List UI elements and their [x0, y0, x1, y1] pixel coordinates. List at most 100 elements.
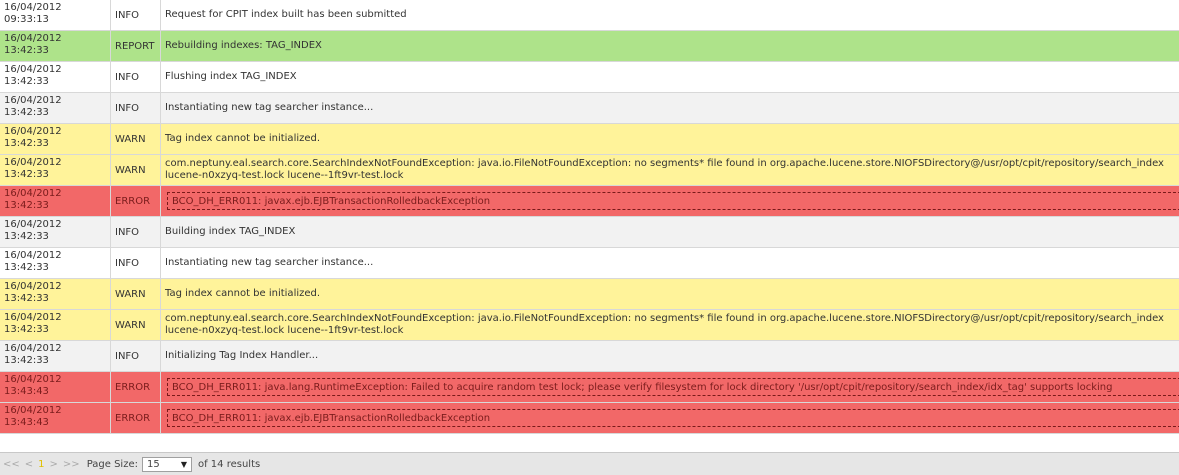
log-level: ERROR [111, 372, 161, 402]
log-level: INFO [111, 217, 161, 247]
pagination-bar: << < 1 > >> Page Size: 15 ▼ of 14 result… [0, 452, 1179, 475]
log-date: 16/04/2012 [4, 281, 62, 292]
log-timestamp: 16/04/2012 13:42:33 [0, 124, 111, 154]
log-date: 16/04/2012 [4, 219, 62, 230]
log-timestamp: 16/04/2012 13:42:33 [0, 186, 111, 216]
log-row[interactable]: 16/04/2012 13:42:33 WARN Tag index cannot b… [0, 124, 1179, 155]
results-count: of 14 results [197, 458, 261, 470]
log-message-line: BCO_DH_ERR011: java.lang.RuntimeExceptio… [167, 378, 1179, 396]
log-timestamp: 16/04/2012 13:42:33 [0, 279, 111, 309]
log-time: 13:42:33 [4, 45, 49, 56]
log-row[interactable]: 16/04/2012 13:42:33 INFO Instantiating new … [0, 93, 1179, 124]
log-message: Instantiating new tag searcher instance.… [161, 93, 1179, 123]
log-message: BCO_DH_ERR011: javax.ejb.EJBTransactionR… [161, 403, 1179, 433]
log-level: REPORT [111, 31, 161, 61]
log-message-line: Initializing Tag Index Handler... [165, 350, 319, 361]
log-message-line: Tag index cannot be initialized. [165, 133, 321, 144]
log-timestamp: 16/04/2012 13:43:43 [0, 403, 111, 433]
log-row[interactable]: 16/04/2012 13:42:33 INFO Building index TAG… [0, 217, 1179, 248]
log-timestamp: 16/04/2012 13:42:33 [0, 62, 111, 92]
log-message: BCO_DH_ERR011: java.lang.RuntimeExceptio… [161, 372, 1179, 402]
log-message-line: BCO_DH_ERR011: javax.ejb.EJBTransactionR… [167, 192, 1179, 210]
first-page-button[interactable]: << [3, 459, 20, 470]
log-message-line: Building index TAG_INDEX [165, 226, 296, 237]
page-size-label: Page Size: [86, 458, 138, 470]
log-row[interactable]: 16/04/2012 13:42:33 WARN Tag index cannot b… [0, 279, 1179, 310]
log-message-line: Flushing index TAG_INDEX [165, 71, 297, 82]
log-time: 13:42:33 [4, 231, 49, 242]
log-row[interactable]: 16/04/2012 13:42:33 ERROR BCO_DH_ERR011: ja… [0, 186, 1179, 217]
page-size-value: 15 [146, 458, 160, 470]
log-date: 16/04/2012 [4, 312, 62, 323]
log-row[interactable]: 16/04/2012 13:43:43 ERROR BCO_DH_ERR011: ja… [0, 372, 1179, 403]
log-time: 13:42:33 [4, 262, 49, 273]
log-time: 13:42:33 [4, 169, 49, 180]
chevron-down-icon: ▼ [180, 459, 187, 469]
log-date: 16/04/2012 [4, 64, 62, 75]
log-timestamp: 16/04/2012 13:43:43 [0, 372, 111, 402]
log-row[interactable]: 16/04/2012 13:42:33 INFO Initializing Tag I… [0, 341, 1179, 372]
log-time: 13:42:33 [4, 76, 49, 87]
log-date: 16/04/2012 [4, 157, 62, 168]
log-date: 16/04/2012 [4, 250, 62, 261]
page-size-select[interactable]: 15 ▼ [141, 456, 192, 472]
log-level: INFO [111, 341, 161, 371]
log-level: ERROR [111, 403, 161, 433]
log-message-line: lucene-n0xzyq-test.lock lucene--1ft9vr-t… [165, 325, 404, 336]
log-time: 13:42:33 [4, 200, 49, 211]
log-message: Building index TAG_INDEX [161, 217, 1179, 247]
log-row[interactable]: 16/04/2012 13:42:33 INFO Flushing index TAG… [0, 62, 1179, 93]
log-timestamp: 16/04/2012 13:42:33 [0, 93, 111, 123]
log-message: com.neptuny.eal.search.core.SearchIndexN… [161, 155, 1179, 185]
log-time: 09:33:13 [4, 14, 49, 25]
log-level: WARN [111, 310, 161, 340]
log-message: Request for CPIT index built has been su… [161, 0, 1179, 30]
log-message-line: Rebuilding indexes: TAG_INDEX [165, 40, 322, 51]
log-row[interactable]: 16/04/2012 13:42:33 REPORT Rebuilding index… [0, 31, 1179, 62]
log-timestamp: 16/04/2012 13:42:33 [0, 155, 111, 185]
log-date: 16/04/2012 [4, 343, 62, 354]
log-date: 16/04/2012 [4, 33, 62, 44]
log-time: 13:42:33 [4, 324, 49, 335]
log-message: Rebuilding indexes: TAG_INDEX [161, 31, 1179, 61]
log-message: Initializing Tag Index Handler... [161, 341, 1179, 371]
prev-page-button[interactable]: < [25, 459, 33, 470]
log-message-line: Instantiating new tag searcher instance.… [165, 257, 374, 268]
next-page-button[interactable]: > [50, 459, 58, 470]
log-message-line: com.neptuny.eal.search.core.SearchIndexN… [165, 158, 1164, 169]
last-page-button[interactable]: >> [63, 459, 80, 470]
log-row[interactable]: 16/04/2012 13:42:33 WARN com.neptuny.eal.se… [0, 310, 1179, 341]
log-date: 16/04/2012 [4, 374, 62, 385]
log-message: Tag index cannot be initialized. [161, 124, 1179, 154]
log-row[interactable]: 16/04/2012 13:42:33 INFO Instantiating new … [0, 248, 1179, 279]
log-message-line: Instantiating new tag searcher instance.… [165, 102, 374, 113]
log-message-line: Request for CPIT index built has been su… [165, 9, 407, 20]
log-message: com.neptuny.eal.search.core.SearchIndexN… [161, 310, 1179, 340]
log-message: BCO_DH_ERR011: javax.ejb.EJBTransactionR… [161, 186, 1179, 216]
log-date: 16/04/2012 [4, 405, 62, 416]
log-row[interactable]: 16/04/2012 13:42:33 WARN com.neptuny.eal.se… [0, 155, 1179, 186]
log-time: 13:42:33 [4, 355, 49, 366]
log-time: 13:42:33 [4, 107, 49, 118]
log-timestamp: 16/04/2012 13:42:33 [0, 310, 111, 340]
log-date: 16/04/2012 [4, 188, 62, 199]
log-row[interactable]: 16/04/2012 13:43:43 ERROR BCO_DH_ERR011: ja… [0, 403, 1179, 434]
log-message-line: lucene-n0xzyq-test.lock lucene--1ft9vr-t… [165, 170, 404, 181]
log-level: INFO [111, 248, 161, 278]
log-message: Flushing index TAG_INDEX [161, 62, 1179, 92]
log-row[interactable]: 16/04/2012 09:33:13 INFO Request for CPIT i… [0, 0, 1179, 31]
log-level: INFO [111, 93, 161, 123]
log-message: Tag index cannot be initialized. [161, 279, 1179, 309]
log-viewer: 16/04/2012 09:33:13 INFO Request for CPIT i… [0, 0, 1179, 475]
log-timestamp: 16/04/2012 09:33:13 [0, 0, 111, 30]
log-message: Instantiating new tag searcher instance.… [161, 248, 1179, 278]
log-time: 13:43:43 [4, 417, 49, 428]
log-timestamp: 16/04/2012 13:42:33 [0, 341, 111, 371]
log-level: WARN [111, 279, 161, 309]
log-date: 16/04/2012 [4, 2, 62, 13]
log-level: WARN [111, 155, 161, 185]
log-message-line: BCO_DH_ERR011: javax.ejb.EJBTransactionR… [167, 409, 1179, 427]
current-page-link[interactable]: 1 [38, 459, 44, 470]
log-date: 16/04/2012 [4, 95, 62, 106]
log-time: 13:42:33 [4, 138, 49, 149]
